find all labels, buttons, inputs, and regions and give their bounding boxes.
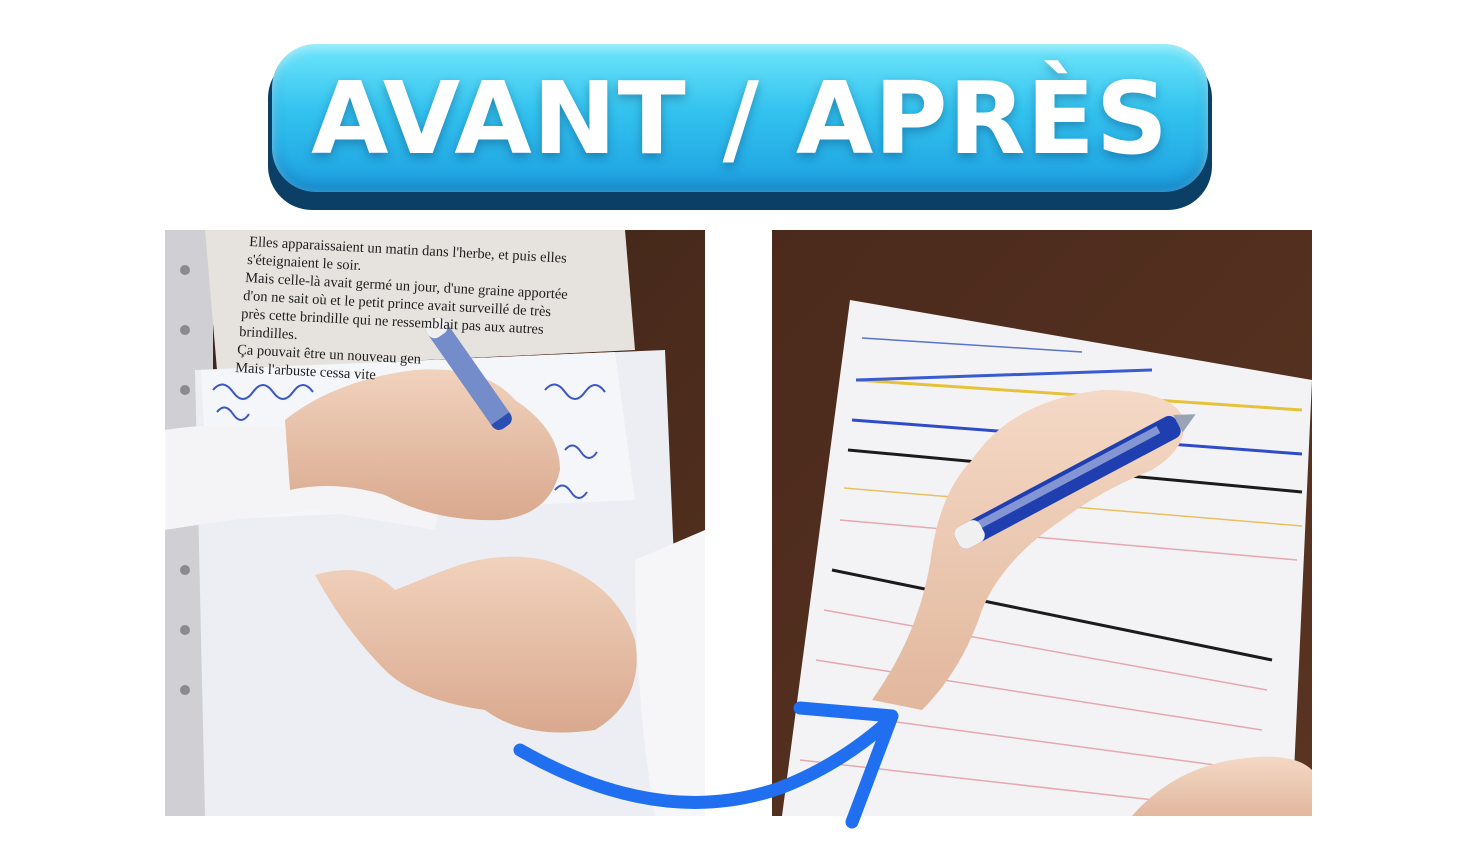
book-line: brindilles.: [239, 324, 298, 343]
title-banner: AVANT / APRÈS: [268, 44, 1212, 210]
title-text: AVANT / APRÈS: [311, 59, 1169, 177]
curved-arrow-icon: [500, 680, 940, 850]
title-pill: AVANT / APRÈS: [272, 44, 1208, 192]
